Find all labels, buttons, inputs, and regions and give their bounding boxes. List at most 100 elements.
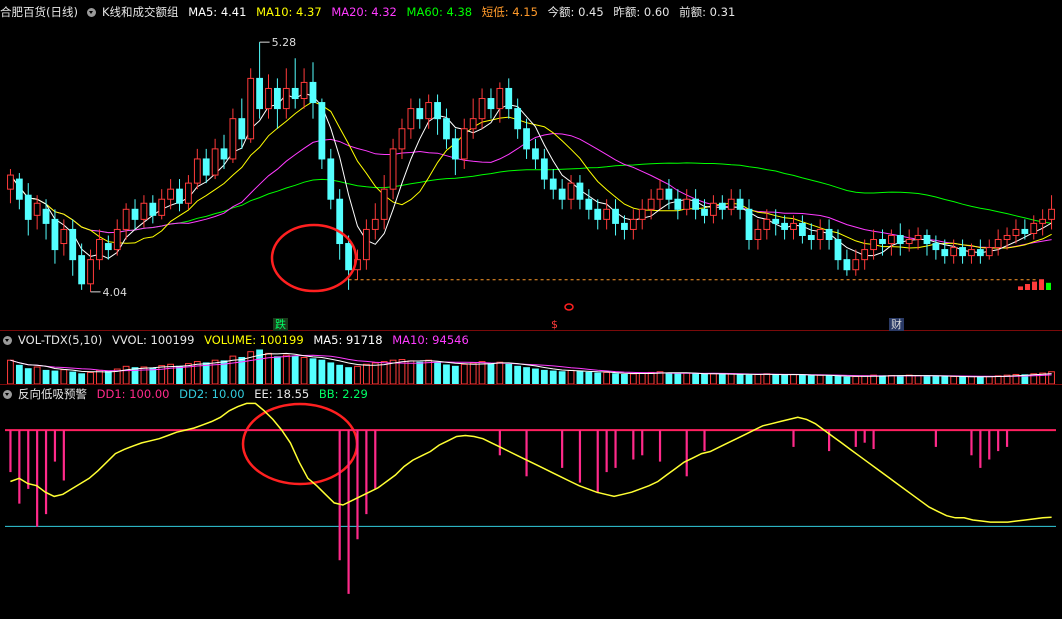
candle-body bbox=[87, 259, 94, 285]
candle-body bbox=[754, 228, 762, 241]
volume-bar bbox=[923, 375, 931, 385]
candle-body bbox=[745, 208, 753, 241]
candle-body bbox=[176, 188, 183, 204]
candle-body bbox=[265, 87, 272, 110]
volume-ma10-value: MA10: 94546 bbox=[392, 333, 469, 347]
volume-bar bbox=[772, 373, 780, 385]
volume-bar bbox=[879, 375, 886, 385]
candle-body bbox=[238, 118, 246, 140]
volume-menu-icon[interactable] bbox=[3, 336, 12, 345]
candle-body bbox=[736, 198, 744, 210]
amount-bar bbox=[1025, 284, 1030, 290]
volume-bar bbox=[451, 365, 459, 385]
candle-body bbox=[496, 87, 504, 110]
candle-body bbox=[514, 108, 522, 130]
candle-body bbox=[861, 249, 869, 261]
candle-body bbox=[629, 218, 637, 230]
indicator-menu-icon[interactable] bbox=[86, 8, 96, 17]
candle-body bbox=[834, 239, 842, 261]
volume-bar bbox=[540, 369, 548, 385]
candle-body bbox=[968, 249, 975, 257]
volume-bar bbox=[843, 376, 851, 385]
volume-indicator-name[interactable]: VOL-TDX(5,10) bbox=[18, 333, 102, 347]
volume-panel-header: VOL-TDX(5,10) VVOL: 100199 VOLUME: 10019… bbox=[0, 332, 475, 348]
volume-bar bbox=[799, 374, 806, 385]
volume-bar bbox=[763, 373, 771, 385]
candle-body bbox=[816, 228, 824, 241]
amount-bar bbox=[1039, 279, 1044, 290]
candle-body bbox=[790, 222, 797, 230]
volume-bar bbox=[309, 358, 317, 385]
dollar-tag[interactable]: $ bbox=[549, 318, 560, 331]
candle-body bbox=[985, 247, 993, 257]
volume-bar bbox=[300, 356, 308, 385]
candle-body bbox=[220, 148, 228, 160]
alert-indicator-name[interactable]: 反向低吸预警 bbox=[18, 387, 87, 401]
ma20-value: MA20: 4.32 bbox=[331, 5, 397, 19]
candle-body bbox=[727, 198, 735, 210]
candle-body bbox=[825, 228, 833, 241]
volume-bar bbox=[158, 365, 166, 385]
volume-bar bbox=[612, 373, 619, 385]
volume-bar bbox=[60, 369, 68, 385]
volume-bar bbox=[567, 369, 575, 385]
volume-bar bbox=[558, 371, 566, 385]
volume-bar bbox=[167, 363, 175, 385]
candle-body bbox=[69, 228, 77, 261]
volume-bar bbox=[932, 376, 940, 385]
chart-canvas[interactable]: 5.28 4.04 bbox=[0, 0, 1062, 616]
volume-bar bbox=[202, 362, 210, 385]
candle-body bbox=[807, 234, 815, 241]
volume-bar bbox=[416, 361, 424, 385]
volume-bar bbox=[576, 370, 584, 385]
stock-title[interactable]: 合肥百货(日线) bbox=[0, 5, 78, 19]
finance-tag[interactable]: 财 bbox=[889, 318, 904, 331]
candle-body bbox=[416, 108, 424, 120]
panel-divider-2[interactable] bbox=[0, 384, 1062, 385]
volume-bar bbox=[87, 371, 94, 385]
volume-bar bbox=[861, 375, 869, 385]
volume-bar bbox=[354, 365, 361, 385]
alert-panel-header: 反向低吸预警 DD1: 100.00 DD2: 10.00 EE: 18.55 … bbox=[0, 386, 374, 402]
candle-body bbox=[576, 182, 584, 200]
drop-tag[interactable]: 跌 bbox=[273, 318, 288, 331]
candle-body bbox=[33, 202, 41, 216]
volume-bar bbox=[834, 376, 842, 385]
candle-body bbox=[211, 148, 219, 176]
volume-bar bbox=[781, 374, 788, 385]
candle-body bbox=[843, 259, 851, 271]
candle-body bbox=[158, 198, 166, 216]
alert-menu-icon[interactable] bbox=[3, 390, 12, 399]
volume-bar bbox=[211, 359, 219, 385]
volume-bar bbox=[603, 371, 611, 385]
main-panel-header: 合肥百货(日线) K线和成交额组 MA5: 4.41 MA10: 4.37 MA2… bbox=[0, 4, 741, 20]
candle-body bbox=[167, 188, 175, 200]
volume-bar bbox=[718, 373, 726, 385]
volume-bar bbox=[274, 356, 281, 385]
candle-body bbox=[256, 77, 263, 110]
candle-body bbox=[434, 102, 441, 120]
volume-bar bbox=[825, 375, 833, 385]
candle-body bbox=[638, 208, 646, 220]
volume-bar bbox=[407, 360, 415, 385]
volume-bar bbox=[941, 376, 949, 385]
indicator-name[interactable]: K线和成交额组 bbox=[102, 5, 179, 19]
candle-body bbox=[185, 182, 192, 204]
volume-bar bbox=[674, 373, 682, 385]
stock-chart-window: 5.28 4.04 合肥百货(日线) K线和成交额组 MA5: 4.41 MA10:… bbox=[0, 0, 1062, 616]
low-price-label: 4.04 bbox=[103, 286, 128, 299]
ma60-line bbox=[9, 162, 1052, 234]
candle-body bbox=[763, 218, 771, 230]
volume-bar bbox=[994, 375, 1002, 385]
candle-body bbox=[994, 239, 1002, 249]
volume-bar bbox=[638, 372, 646, 385]
candle-body bbox=[24, 194, 32, 220]
candle-body bbox=[229, 118, 237, 160]
yesterday-amount: 昨额: 0.60 bbox=[613, 5, 670, 19]
candle-body bbox=[96, 239, 103, 261]
volume-bar bbox=[914, 375, 922, 385]
volume-bar bbox=[985, 376, 993, 385]
volume-bar bbox=[790, 373, 797, 385]
volume-bar bbox=[736, 373, 744, 385]
dd2-value: DD2: 10.00 bbox=[179, 387, 245, 401]
